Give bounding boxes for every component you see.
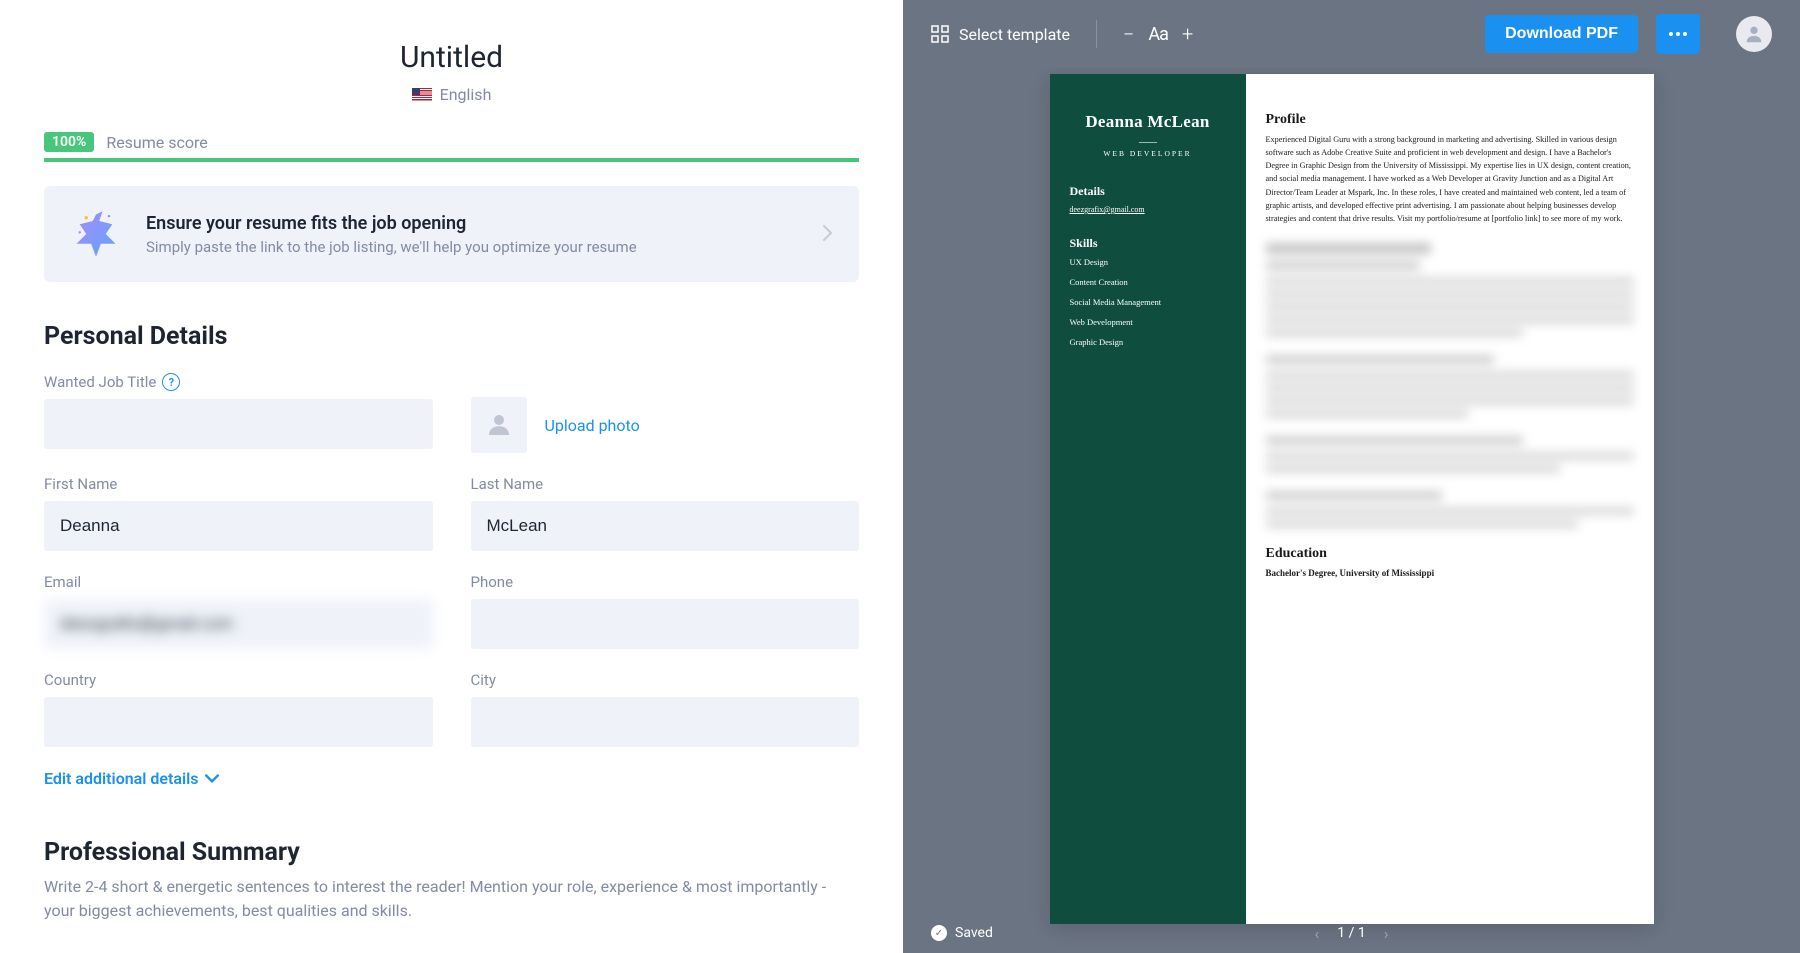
resume-skills-heading: Skills (1070, 236, 1226, 251)
email-label: Email (44, 573, 433, 591)
font-decrease-button[interactable]: − (1123, 22, 1134, 46)
resume-skill: UX Design (1070, 257, 1226, 267)
preview-footer: ✓ Saved ‹ 1 / 1 › (903, 925, 1800, 941)
next-page-button[interactable]: › (1384, 924, 1389, 943)
score-label: Resume score (106, 133, 207, 152)
resume-main: Profile Experienced Digital Guru with a … (1246, 74, 1654, 924)
toolbar-separator (1096, 20, 1097, 48)
resume-details-heading: Details (1070, 184, 1226, 199)
resume-profile-heading: Profile (1266, 112, 1634, 128)
resume-education-heading: Education (1266, 546, 1634, 562)
select-template-label: Select template (959, 25, 1070, 44)
upload-photo-link[interactable]: Upload photo (545, 416, 640, 435)
avatar-icon (1743, 23, 1765, 45)
resume-email: deezgrafix@gmail.com (1070, 205, 1226, 214)
check-icon: ✓ (931, 925, 947, 941)
preview-area: Deanna McLean WEB DEVELOPER Details deez… (903, 68, 1800, 953)
help-icon[interactable]: ? (162, 373, 180, 391)
resume-profile-text: Experienced Digital Guru with a strong b… (1266, 133, 1634, 225)
select-template-button[interactable]: Select template (931, 25, 1070, 44)
resume-skill: Social Media Management (1070, 297, 1226, 307)
chevron-right-icon (823, 222, 833, 246)
professional-summary-heading: Professional Summary (44, 838, 859, 867)
personal-details-heading: Personal Details (44, 322, 859, 351)
unicorn-icon (70, 208, 122, 260)
resume-skill: Graphic Design (1070, 337, 1226, 347)
city-input[interactable] (471, 697, 860, 747)
tip-title: Ensure your resume fits the job opening (146, 213, 799, 234)
language-selector[interactable]: English (44, 85, 859, 104)
prev-page-button[interactable]: ‹ (1314, 924, 1319, 943)
more-options-button[interactable] (1656, 14, 1700, 54)
country-input[interactable] (44, 697, 433, 747)
last-name-label: Last Name (471, 475, 860, 493)
resume-blurred-section (1266, 355, 1634, 418)
city-label: City (471, 671, 860, 689)
saved-indicator: ✓ Saved (931, 925, 993, 941)
phone-label: Phone (471, 573, 860, 591)
score-badge: 100% (44, 132, 94, 152)
tip-text: Ensure your resume fits the job opening … (146, 213, 799, 256)
saved-label: Saved (955, 925, 993, 941)
resume-education-item: Bachelor's Degree, University of Mississ… (1266, 568, 1634, 578)
score-progress-bar (44, 158, 859, 162)
resume-skill: Content Creation (1070, 277, 1226, 287)
phone-input[interactable] (471, 599, 860, 649)
language-label: English (440, 85, 492, 104)
first-name-input[interactable] (44, 501, 433, 551)
edit-additional-details-link[interactable]: Edit additional details (44, 769, 859, 788)
first-name-label: First Name (44, 475, 433, 493)
editor-panel: Untitled English 100% Resume score Ensur… (0, 0, 903, 953)
resume-name-divider (1139, 142, 1157, 143)
resume-blurred-section (1266, 436, 1634, 473)
resume-page[interactable]: Deanna McLean WEB DEVELOPER Details deez… (1050, 74, 1654, 924)
grid-icon (931, 25, 949, 43)
wanted-job-title-input[interactable] (44, 399, 433, 449)
tip-card[interactable]: Ensure your resume fits the job opening … (44, 186, 859, 282)
preview-panel: Select template − Aa + Download PDF Dean… (903, 0, 1800, 953)
resume-name: Deanna McLean (1070, 112, 1226, 132)
resume-blurred-section (1266, 243, 1634, 337)
user-avatar[interactable] (1736, 16, 1772, 52)
last-name-input[interactable] (471, 501, 860, 551)
title-section: Untitled English (44, 40, 859, 104)
font-size-controls: − Aa + (1123, 22, 1193, 46)
score-row: 100% Resume score (44, 132, 859, 152)
page-navigator: ‹ 1 / 1 › (1314, 924, 1388, 943)
chevron-down-icon (205, 772, 219, 786)
photo-placeholder[interactable] (471, 397, 527, 453)
email-input[interactable] (44, 599, 433, 649)
wanted-job-title-label: Wanted Job Title ? (44, 373, 433, 391)
document-title[interactable]: Untitled (44, 40, 859, 75)
dots-icon (1668, 31, 1688, 37)
professional-summary-description: Write 2-4 short & energetic sentences to… (44, 875, 859, 923)
preview-toolbar: Select template − Aa + Download PDF (903, 0, 1800, 68)
resume-skill: Web Development (1070, 317, 1226, 327)
download-pdf-button[interactable]: Download PDF (1485, 15, 1638, 53)
tip-subtitle: Simply paste the link to the job listing… (146, 238, 799, 256)
country-label: Country (44, 671, 433, 689)
page-indicator: 1 / 1 (1337, 925, 1365, 941)
font-size-icon: Aa (1148, 24, 1168, 45)
flag-icon (412, 88, 432, 102)
font-increase-button[interactable]: + (1182, 22, 1193, 46)
resume-blurred-section (1266, 491, 1634, 528)
resume-job-title: WEB DEVELOPER (1070, 149, 1226, 158)
resume-sidebar: Deanna McLean WEB DEVELOPER Details deez… (1050, 74, 1246, 924)
